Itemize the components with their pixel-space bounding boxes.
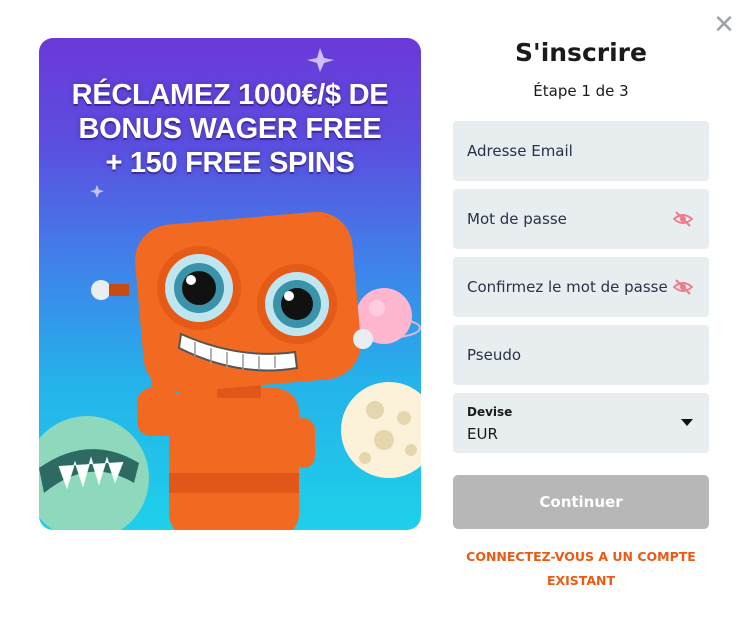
login-link-line1: CONNECTEZ-VOUS A UN COMPTE xyxy=(466,549,696,564)
form-title: S'inscrire xyxy=(515,38,647,67)
email-placeholder: Adresse Email xyxy=(467,142,573,160)
eye-slash-icon[interactable] xyxy=(672,278,694,296)
username-placeholder: Pseudo xyxy=(467,346,522,364)
confirm-password-placeholder: Confirmez le mot de passe xyxy=(467,278,668,296)
eye-slash-icon[interactable] xyxy=(672,210,694,228)
promo-headline-line2: BONUS WAGER FREE xyxy=(78,113,382,145)
currency-select[interactable]: Devise EUR xyxy=(453,393,709,453)
password-field[interactable]: Mot de passe xyxy=(453,189,709,249)
promo-banner: RÉCLAMEZ 1000€/$ DE BONUS WAGER FREE + 1… xyxy=(39,38,421,530)
step-indicator: Étape 1 de 3 xyxy=(533,82,629,100)
promo-headline-line3: + 150 FREE SPINS xyxy=(105,147,355,179)
chevron-down-icon xyxy=(681,419,693,426)
currency-label: Devise xyxy=(467,405,513,419)
close-icon[interactable]: ✕ xyxy=(711,12,737,38)
email-field[interactable]: Adresse Email xyxy=(453,121,709,181)
promo-headline-line1: RÉCLAMEZ 1000€/$ DE xyxy=(71,79,389,111)
currency-value: EUR xyxy=(467,425,498,443)
password-placeholder: Mot de passe xyxy=(467,210,567,228)
login-existing-account-link[interactable]: CONNECTEZ-VOUS A UN COMPTE EXISTANT xyxy=(453,545,709,593)
username-field[interactable]: Pseudo xyxy=(453,325,709,385)
continue-button[interactable]: Continuer xyxy=(453,475,709,529)
confirm-password-field[interactable]: Confirmez le mot de passe xyxy=(453,257,709,317)
promo-headline: RÉCLAMEZ 1000€/$ DE BONUS WAGER FREE + 1… xyxy=(39,78,421,180)
login-link-line2: EXISTANT xyxy=(546,573,616,588)
